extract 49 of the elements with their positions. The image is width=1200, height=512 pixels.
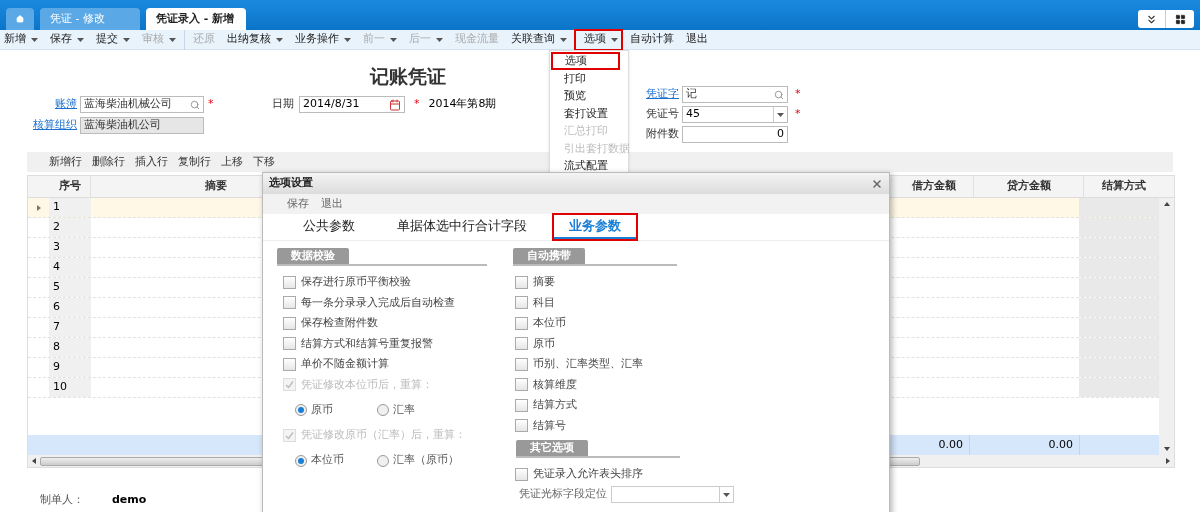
checkbox-label: 结算方式和结算号重复报警 [301,335,433,352]
radio-label: 汇率 [393,401,415,418]
row-number: 1 [49,198,91,217]
section-header: 自动携带 [513,248,585,264]
required-mark: * [414,96,420,112]
checkbox-label: 本位币 [533,315,566,331]
attachments-label: 附件数 [646,126,679,143]
checkbox-label: 摘要 [533,274,555,290]
section-header: 其它选项 [516,440,588,456]
row-number: 3 [49,238,91,257]
row-number: 5 [49,278,91,297]
column-header: 摘要 [205,178,227,195]
voucher-title: 记账凭证 [370,64,446,89]
checkbox-label: 原币 [533,335,555,352]
radio-label: 本位币 [311,452,344,469]
cursor-field-label: 凭证光标字段定位 [519,486,607,503]
row-number: 9 [49,358,91,377]
row-number: 8 [49,338,91,357]
required-mark: * [795,86,801,102]
column-header: 序号 [49,176,91,197]
checkbox-label: 保存检查附件数 [301,315,378,331]
creator-value: demo [112,492,147,508]
radio-label: 汇率（原币） [393,452,459,469]
column-header: 借方金额 [894,176,974,197]
column-header: 贷方金额 [974,176,1084,197]
column-header: 结算方式 [1101,178,1147,195]
row-number: 4 [49,258,91,277]
row-number: 2 [49,218,91,237]
required-mark: * [208,96,214,112]
dialog-title: 选项设置 [269,175,313,192]
checkbox-label: 结算方式 [533,397,577,413]
date-label: 日期 [272,96,294,113]
checkbox-label: 结算号 [533,417,566,434]
checkbox-label: 每一条分录录入完成后自动检查 [301,294,455,311]
checkbox-label: 保存进行原币平衡校验 [301,274,411,290]
voucher-no-label: 凭证号 [646,106,679,123]
period-text: 2014年第8期 [428,96,497,113]
checkbox-label: 科目 [533,294,555,311]
radio-label: 原币 [311,401,333,418]
required-mark: * [795,106,801,122]
checkbox-label: 币别、汇率类型、汇率 [533,356,643,372]
row-number: 7 [49,318,91,337]
row-number: 10 [49,378,91,397]
checkbox-label: 单价不随金额计算 [301,356,389,372]
checkbox-label: 核算维度 [533,376,577,393]
section-header: 数据校验 [277,248,349,264]
row-number: 6 [49,298,91,317]
checkbox-label: 凭证录入允许表头排序 [533,465,643,482]
creator-label: 制单人： [40,492,84,508]
